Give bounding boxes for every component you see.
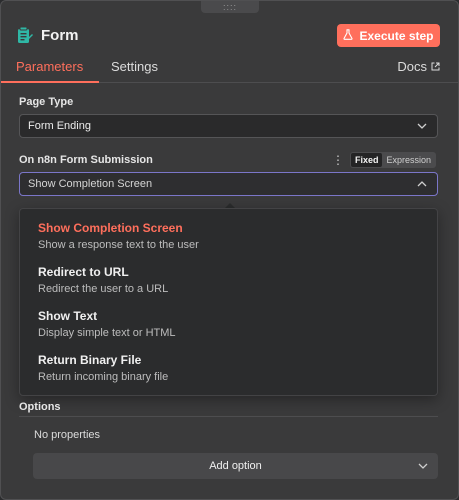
option-return-binary-file[interactable]: Return Binary File Return incoming binar… <box>38 353 168 383</box>
tab-bar: Parameters Settings Docs <box>1 57 458 83</box>
no-properties-text: No properties <box>34 429 101 441</box>
more-options-icon[interactable]: ⋮ <box>332 154 344 166</box>
on-submission-value: Show Completion Screen <box>28 178 153 190</box>
option-title: Redirect to URL <box>38 265 129 279</box>
option-title: Return Binary File <box>38 353 142 367</box>
options-label: Options <box>19 401 61 413</box>
options-divider <box>19 416 438 417</box>
on-submission-dropdown: Show Completion Screen Show a response t… <box>19 208 438 396</box>
docs-link[interactable]: Docs <box>397 59 440 74</box>
active-tab-underline <box>1 81 99 83</box>
option-show-text[interactable]: Show Text Display simple text or HTML <box>38 309 176 339</box>
chevron-up-icon <box>417 181 427 187</box>
execute-step-button[interactable]: Execute step <box>337 24 440 47</box>
execute-step-label: Execute step <box>359 28 434 43</box>
on-submission-label: On n8n Form Submission <box>19 154 153 166</box>
page-type-label: Page Type <box>19 96 74 108</box>
node-title: Form <box>41 26 79 44</box>
toggle-expression[interactable]: Expression <box>382 153 435 167</box>
option-description: Redirect the user to a URL <box>38 283 169 295</box>
option-title: Show Text <box>38 309 98 323</box>
option-description: Show a response text to the user <box>38 239 199 251</box>
external-link-icon <box>431 59 440 74</box>
fixed-expression-toggle: Fixed Expression <box>349 152 436 168</box>
option-description: Display simple text or HTML <box>38 327 176 339</box>
flask-icon <box>343 28 354 43</box>
on-submission-select[interactable]: Show Completion Screen <box>19 172 438 196</box>
chevron-down-icon <box>418 463 428 469</box>
page-type-value: Form Ending <box>28 120 91 132</box>
option-redirect-to-url[interactable]: Redirect to URL Redirect the user to a U… <box>38 265 168 295</box>
toggle-fixed[interactable]: Fixed <box>350 153 383 167</box>
tab-settings[interactable]: Settings <box>111 59 158 74</box>
tab-parameters[interactable]: Parameters <box>16 59 83 74</box>
add-option-button[interactable]: Add option <box>33 453 438 479</box>
drag-handle[interactable]: :::: <box>201 1 259 13</box>
page-type-select[interactable]: Form Ending <box>19 114 438 138</box>
option-description: Return incoming binary file <box>38 371 169 383</box>
docs-label: Docs <box>397 59 427 74</box>
node-settings-panel: :::: Form Execute step Parameters Settin <box>0 0 459 500</box>
fixed-expression-control: ⋮ Fixed Expression <box>332 152 436 168</box>
chevron-down-icon <box>417 123 427 129</box>
add-option-label: Add option <box>209 460 262 472</box>
option-show-completion-screen[interactable]: Show Completion Screen Show a response t… <box>38 221 199 251</box>
form-icon <box>17 26 33 44</box>
panel-header: Form Execute step <box>1 13 458 57</box>
option-title: Show Completion Screen <box>38 221 183 235</box>
